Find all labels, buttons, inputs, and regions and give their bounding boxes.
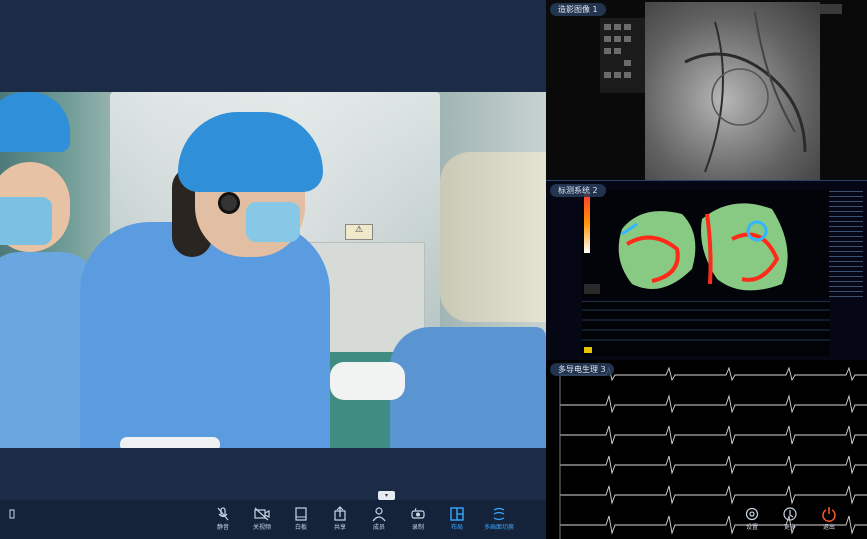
toolbar-button-whiteboard[interactable]: 白板 xyxy=(283,506,319,532)
more-icon xyxy=(783,507,797,521)
fluoroscopy-image xyxy=(645,2,820,180)
multi-screen-icon xyxy=(493,507,505,521)
headset-icon xyxy=(218,192,240,214)
toolbar-button-layout[interactable]: 布局 xyxy=(439,506,475,532)
mapping-trace-area xyxy=(582,301,830,356)
toolbar-button-multi-screen[interactable]: 多画面切换 xyxy=(478,506,520,532)
toolbar-button-exit[interactable]: 退出 xyxy=(811,506,847,532)
toolbar-button-more[interactable]: 更多 xyxy=(772,506,808,532)
conference-app: ⚠ 造影图像 1 标测系统 2 多导电生理 3 ▾ 静音 关视频 白板 共享 成… xyxy=(0,0,867,539)
toolbar-button-video-off[interactable]: 关视频 xyxy=(244,506,280,532)
doc-share-icon xyxy=(334,506,346,521)
xray-sidebar xyxy=(600,18,645,93)
mic-mute-icon xyxy=(217,507,229,521)
main-video-feed[interactable]: ⚠ xyxy=(0,92,546,448)
bottom-toolbar: 静音 关视频 白板 共享 成员 录制 布局 多画面切换 xyxy=(0,500,546,539)
layout-icon xyxy=(450,507,464,521)
record-icon xyxy=(411,507,425,519)
participants-icon xyxy=(372,507,386,522)
left-edge-icon xyxy=(9,509,15,519)
toolbar-button-settings[interactable]: 设置 xyxy=(734,506,770,532)
toolbar-button-share[interactable]: 共享 xyxy=(322,506,358,532)
settings-icon xyxy=(745,507,759,521)
panel-label-mapping: 标测系统 2 xyxy=(550,184,606,197)
video-panel-mapping[interactable]: 标测系统 2 xyxy=(546,180,867,360)
toolbar-left-edge-item[interactable] xyxy=(0,506,26,524)
toolbar-button-participants[interactable]: 成员 xyxy=(361,506,397,532)
toolbar-collapse-handle[interactable]: ▾ xyxy=(378,491,395,500)
power-icon xyxy=(822,507,836,522)
panel-label-ecg: 多导电生理 3 xyxy=(550,363,614,376)
toolbar-button-record[interactable]: 录制 xyxy=(400,506,436,532)
toolbar-button-mute[interactable]: 静音 xyxy=(205,506,241,532)
panel-label-xray: 造影图像 1 xyxy=(550,3,606,16)
camera-off-icon xyxy=(254,507,270,521)
bottom-toolbar-right: 设置 更多 退出 xyxy=(720,500,867,539)
whiteboard-icon xyxy=(295,507,307,521)
warning-sign-icon: ⚠ xyxy=(345,224,373,240)
electroanatomic-map xyxy=(582,189,830,299)
video-panel-xray[interactable]: 造影图像 1 xyxy=(546,0,867,180)
